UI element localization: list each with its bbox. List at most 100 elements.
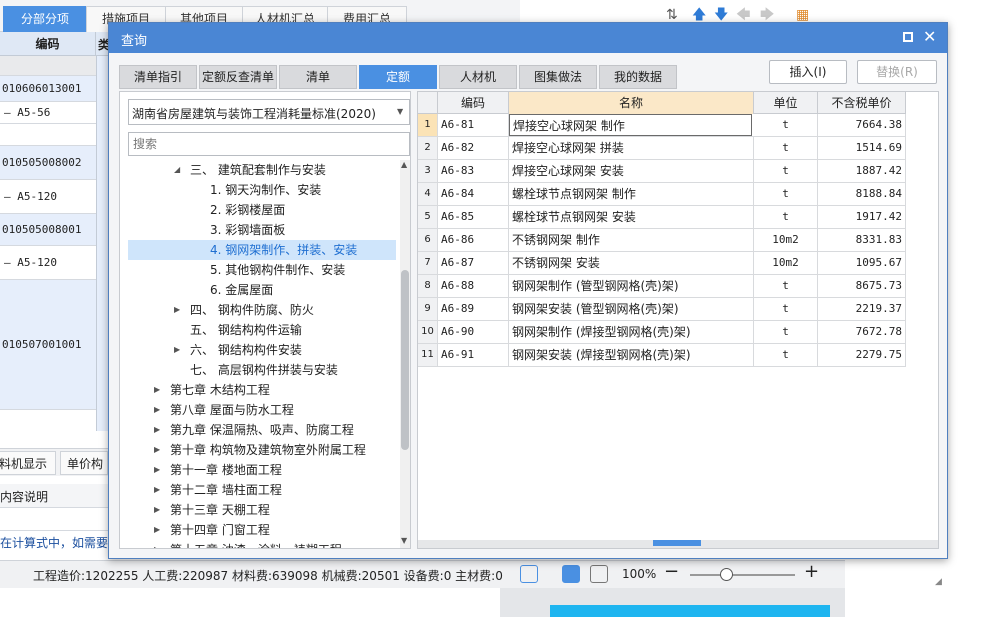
tab-atlas-method[interactable]: 图集做法 [519, 65, 597, 89]
row-code: A5-56 [17, 106, 51, 119]
table-row[interactable]: 6 A6-86 不锈钢网架 制作 10m2 8331.83 [418, 229, 906, 252]
table-row[interactable]: 4 A6-84 螺栓球节点钢网架 制作 t 8188.84 [418, 183, 906, 206]
tab-material-display[interactable]: 料机显示 [0, 451, 56, 475]
tree-node[interactable]: ▶ 第十三章 天棚工程 [128, 500, 396, 520]
tree-node[interactable]: ◢ 三、 建筑配套制作与安装 [128, 160, 396, 180]
zoom-slider-handle[interactable] [720, 568, 733, 581]
layout-icon[interactable] [590, 565, 608, 583]
tree-node-label: 第九章 保温隔热、吸声、防腐工程 [170, 423, 354, 437]
tree-node[interactable]: 5. 其他钢构件制作、安装 [128, 260, 396, 280]
table-row[interactable]: – A5-120 [0, 246, 96, 280]
tree-node[interactable]: 七、 高层钢构件拼装与安装 [128, 360, 396, 380]
tree-node[interactable]: 2. 彩钢楼屋面 [128, 200, 396, 220]
expand-arrow-icon[interactable]: ▶ [154, 420, 160, 440]
zoom-minus-icon[interactable]: − [664, 561, 679, 582]
row-code: A5-120 [17, 190, 57, 203]
chevron-down-icon[interactable]: ▼ [397, 107, 403, 116]
column-code-header[interactable]: 编码 [438, 92, 509, 114]
tree-node-selected[interactable]: 4. 钢网架制作、拼装、安装 [128, 240, 396, 260]
tab-labor-material-machine[interactable]: 人材机 [439, 65, 517, 89]
table-row[interactable]: – A5-56 [0, 102, 96, 124]
column-unit-header[interactable]: 单位 [754, 92, 818, 114]
tree-node[interactable]: ▶ 第十四章 门窗工程 [128, 520, 396, 540]
column-price-header[interactable]: 不含税单价 [818, 92, 906, 114]
table-row[interactable]: 11 A6-91 钢网架安装 (焊接型钢网格(壳)架) t 2279.75 [418, 344, 906, 367]
expand-arrow-icon[interactable]: ▶ [154, 400, 160, 420]
tree-scrollbar[interactable]: ▲ ▼ [400, 160, 410, 548]
expand-arrow-icon[interactable]: ▶ [154, 380, 160, 400]
row-price: 1887.42 [818, 160, 906, 182]
scroll-up-icon[interactable]: ▲ [401, 160, 407, 169]
row-index: 9 [418, 298, 438, 320]
search-input[interactable] [128, 132, 410, 156]
tab-my-data[interactable]: 我的数据 [599, 65, 677, 89]
table-row[interactable]: 2 A6-82 焊接空心球网架 拼装 t 1514.69 [418, 137, 906, 160]
table-row[interactable]: 3 A6-83 焊接空心球网架 安装 t 1887.42 [418, 160, 906, 183]
expand-arrow-icon[interactable]: ▶ [174, 340, 180, 360]
row-code: A6-87 [438, 252, 509, 274]
table-row[interactable]: – A5-120 [0, 180, 96, 214]
maximize-icon[interactable] [903, 32, 913, 42]
tab-bill-guide[interactable]: 清单指引 [119, 65, 197, 89]
zoom-plus-icon[interactable]: + [804, 561, 819, 582]
table-row[interactable]: 9 A6-89 钢网架安装 (管型钢网格(壳)架) t 2219.37 [418, 298, 906, 321]
tree-node[interactable]: ▶ 第九章 保温隔热、吸声、防腐工程 [128, 420, 396, 440]
zoom-slider-track[interactable] [690, 574, 795, 576]
expand-arrow-icon[interactable]: ▶ [174, 300, 180, 320]
tree-node[interactable]: ▶ 四、 钢构件防腐、防火 [128, 300, 396, 320]
resize-grip-icon[interactable]: ◢ [935, 577, 942, 587]
tree-node[interactable]: ▶ 第十一章 楼地面工程 [128, 460, 396, 480]
layout-icon[interactable] [520, 565, 538, 583]
table-row[interactable]: 1 A6-81 焊接空心球网架 制作 t 7664.38 [418, 114, 906, 137]
close-icon[interactable]: ✕ [923, 27, 936, 46]
expand-arrow-icon[interactable]: ▶ [154, 460, 160, 480]
column-name-header[interactable]: 名称 [509, 92, 754, 114]
tree-node[interactable]: ▶ 第八章 屋面与防水工程 [128, 400, 396, 420]
tree-node[interactable]: ▶ 第十二章 墙柱面工程 [128, 480, 396, 500]
layout-icon[interactable] [562, 565, 580, 583]
expand-arrow-icon[interactable]: ▶ [154, 540, 160, 548]
row-name[interactable]: 焊接空心球网架 制作 [509, 114, 752, 136]
collapse-arrow-icon[interactable]: ◢ [174, 160, 180, 180]
replace-button[interactable]: 替换(R) [857, 60, 937, 84]
row-price: 2219.37 [818, 298, 906, 320]
tab-unit-price[interactable]: 单价构 [60, 451, 108, 475]
tree-node[interactable]: ▶ 六、 钢结构构件安装 [128, 340, 396, 360]
tab-quota[interactable]: 定额 [359, 65, 437, 89]
expand-arrow-icon[interactable]: ▶ [154, 480, 160, 500]
table-row[interactable]: 010606013001 [0, 76, 96, 102]
expand-arrow-icon[interactable]: ▶ [154, 520, 160, 540]
tree-node-label: 第十四章 门窗工程 [170, 523, 270, 537]
table-row[interactable]: 010505008002 [0, 146, 96, 180]
tree-scroll-thumb[interactable] [401, 270, 409, 450]
tree-node[interactable]: 6. 金属屋面 [128, 280, 396, 300]
table-row[interactable]: 10 A6-90 钢网架制作 (焊接型钢网格(壳)架) t 7672.78 [418, 321, 906, 344]
tree-node[interactable]: 3. 彩钢墙面板 [128, 220, 396, 240]
row-price: 8675.73 [818, 275, 906, 297]
table-row[interactable]: 7 A6-87 不锈钢网架 安装 10m2 1095.67 [418, 252, 906, 275]
quota-standard-select[interactable]: 湖南省房屋建筑与装饰工程消耗量标准(2020) ▼ [128, 99, 410, 125]
splitter-grip[interactable] [653, 540, 701, 546]
tree-node[interactable]: ▶ 第十五章 油漆、涂料、裱糊工程 [128, 540, 396, 548]
table-row[interactable]: 010507001001 [0, 280, 96, 410]
tab-sub-items[interactable]: 分部分项 [3, 6, 87, 32]
row-unit: t [754, 137, 818, 159]
expand-arrow-icon[interactable]: ▶ [154, 440, 160, 460]
tree-node[interactable]: 五、 钢结构构件运输 [128, 320, 396, 340]
table-row[interactable]: 010505008001 [0, 214, 96, 246]
tab-quota-reverse-lookup[interactable]: 定额反查清单 [199, 65, 277, 89]
grid-horizontal-splitter[interactable] [418, 540, 938, 548]
scroll-down-icon[interactable]: ▼ [401, 536, 407, 545]
tree-node[interactable]: 1. 钢天沟制作、安装 [128, 180, 396, 200]
tree-node[interactable]: ▶ 第七章 木结构工程 [128, 380, 396, 400]
expand-arrow-icon[interactable]: ▶ [154, 500, 160, 520]
insert-button[interactable]: 插入(I) [769, 60, 847, 84]
dialog-title-bar[interactable]: 查询 ✕ [109, 23, 947, 53]
table-row[interactable]: 8 A6-88 钢网架制作 (管型钢网格(壳)架) t 8675.73 [418, 275, 906, 298]
tab-bill[interactable]: 清单 [279, 65, 357, 89]
table-row[interactable]: 5 A6-85 螺栓球节点钢网架 安装 t 1917.42 [418, 206, 906, 229]
tree-node-label: 五、 钢结构构件运输 [190, 323, 302, 337]
table-row[interactable] [0, 124, 96, 146]
tree-node[interactable]: ▶ 第十章 构筑物及建筑物室外附属工程 [128, 440, 396, 460]
row-code: A6-89 [438, 298, 509, 320]
